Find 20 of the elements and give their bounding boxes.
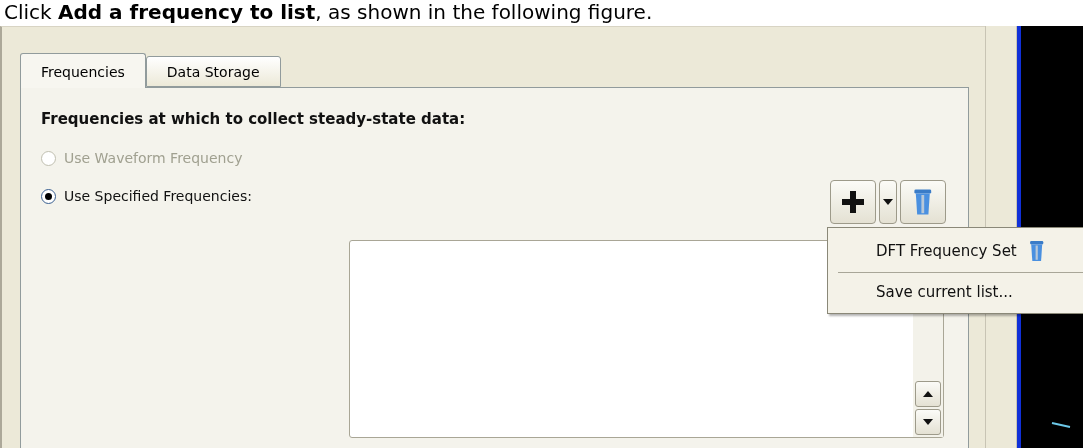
instruction-text: Click Add a frequency to list, as shown in the following figure. bbox=[3, 0, 654, 24]
down-arrow-icon bbox=[923, 419, 933, 425]
tab[interactable]: Data Storage bbox=[145, 56, 281, 87]
add-button[interactable] bbox=[830, 180, 876, 224]
menu-item[interactable]: Save current list... bbox=[828, 277, 1083, 307]
trash-icon bbox=[1028, 240, 1045, 262]
menu-item[interactable]: DFT Frequency Set bbox=[828, 234, 1083, 268]
plus-icon bbox=[840, 189, 866, 215]
delete-button[interactable] bbox=[900, 180, 946, 224]
scroll-up-button[interactable] bbox=[915, 381, 941, 407]
scroll-down-button[interactable] bbox=[915, 409, 941, 435]
up-arrow-icon bbox=[923, 391, 933, 397]
trace-line bbox=[1051, 422, 1071, 428]
radio-option[interactable]: Use Specified Frequencies: bbox=[41, 188, 968, 204]
tab[interactable]: Frequencies bbox=[20, 53, 146, 88]
caret-icon bbox=[883, 199, 893, 205]
trash-icon bbox=[913, 188, 933, 216]
radio-button[interactable] bbox=[41, 188, 56, 204]
section-heading: Frequencies at which to collect steady-state data: bbox=[41, 110, 467, 128]
dropdown-button[interactable] bbox=[879, 180, 897, 224]
